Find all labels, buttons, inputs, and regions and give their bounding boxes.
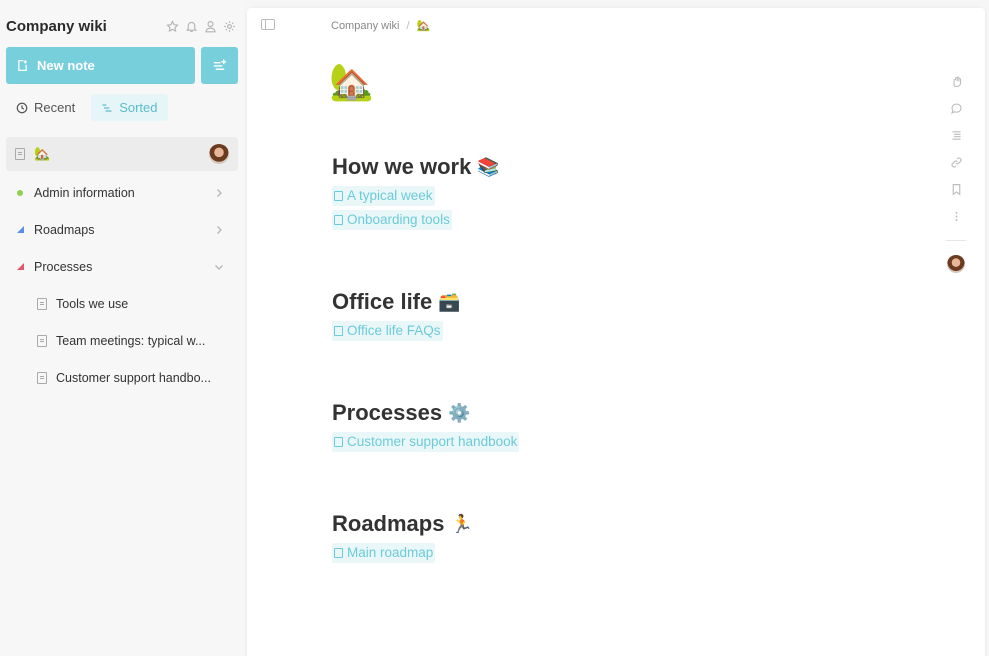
tab-recent[interactable]: Recent [6,94,85,121]
document-icon [37,371,47,384]
section-processes: Processes ⚙️ Customer support handbook [332,398,520,452]
section-roadmaps: Roadmaps 🏃 Main roadmap [332,509,473,563]
sidebar-item-roadmaps[interactable]: Roadmaps [6,211,238,248]
breadcrumb-root[interactable]: Company wiki [331,20,399,32]
green-dot-icon [17,189,23,196]
section-office-life: Office life 🗃️ Office life FAQs [332,287,461,341]
red-triangle-icon [16,263,24,270]
page-actions-rail [946,68,966,273]
comment-icon[interactable] [947,95,965,122]
outline-icon[interactable] [947,122,965,149]
home-emoji: 🏡 [34,146,51,161]
workspace-title[interactable]: Company wiki [6,18,107,35]
sidebar-item-home[interactable]: 🏡 [6,137,238,171]
section-heading: How we work 📚 [332,152,500,182]
breadcrumb-separator: / [406,19,410,32]
section-emoji: ⚙️ [448,403,471,423]
more-options-icon[interactable] [947,203,965,230]
link-icon[interactable] [947,149,965,176]
sort-options-button[interactable] [201,47,238,84]
document-icon [334,214,343,225]
sidebar-item-label: Processes [34,259,93,274]
document-icon [37,297,47,310]
sidebar-item-customer-support-handbook[interactable]: Customer support handbo... [6,359,238,396]
document-icon [334,547,343,558]
tab-recent-label: Recent [34,100,76,115]
page-icon-emoji[interactable]: 🏡 [329,60,374,104]
note-link[interactable]: Customer support handbook [332,432,520,452]
note-link[interactable]: Main roadmap [332,543,436,563]
rail-divider [946,240,966,241]
new-note-label: New note [37,58,95,73]
section-heading: Office life 🗃️ [332,287,461,317]
note-link[interactable]: A typical week [332,186,435,206]
new-note-button[interactable]: New note [6,47,195,84]
section-emoji: 🗃️ [438,292,461,312]
tab-sorted-label: Sorted [119,100,158,115]
document-icon [334,325,343,336]
sidebar-item-team-meetings[interactable]: Team meetings: typical w... [6,322,238,359]
breadcrumb: Company wiki / 🏡 [331,19,431,33]
workspace-actions [165,19,238,33]
sidebar-item-label: Admin information [34,185,135,200]
note-tree: 🏡 Admin information Roadmaps Processes T… [6,137,238,396]
note-link[interactable]: Office life FAQs [332,321,443,341]
new-note-icon [18,60,27,71]
blue-triangle-icon [16,226,24,233]
sidebar-item-processes[interactable]: Processes [6,248,238,285]
document-icon [334,190,343,201]
avatar[interactable] [947,255,965,273]
sidebar-toggle-icon[interactable] [261,19,275,30]
workspace-header: Company wiki [6,14,238,38]
section-how-we-work: How we work 📚 A typical week Onboarding t… [332,152,500,230]
section-emoji: 📚 [477,157,500,177]
document-icon [37,334,47,347]
chevron-right-icon[interactable] [214,188,224,198]
section-heading: Processes ⚙️ [332,398,519,428]
sort-add-icon [213,59,227,70]
note-link[interactable]: Onboarding tools [332,210,452,230]
section-emoji: 🏃 [450,514,473,534]
bell-icon[interactable] [184,19,198,33]
sidebar-item-label: Customer support handbo... [56,370,211,385]
star-icon[interactable] [165,19,179,33]
bookmark-icon[interactable] [947,176,965,203]
document-icon [15,148,25,160]
tab-sorted[interactable]: Sorted [91,94,168,121]
sidebar-item-admin-information[interactable]: Admin information [6,174,238,211]
sidebar-item-tools-we-use[interactable]: Tools we use [6,285,238,322]
view-tabs: Recent Sorted [6,94,168,122]
sidebar-item-label: Team meetings: typical w... [56,333,206,348]
avatar[interactable] [209,144,229,164]
sidebar: Company wiki New note Recent Sorted 🏡 Ad… [0,0,244,656]
breadcrumb-current[interactable]: 🏡 [417,19,431,32]
sort-icon [102,103,112,112]
note-page: Company wiki / 🏡 🏡 How we work 📚 A typica… [247,8,985,656]
sidebar-item-label: Tools we use [56,296,129,311]
user-icon[interactable] [203,19,217,33]
document-icon [334,436,343,447]
chevron-right-icon[interactable] [214,225,224,235]
section-heading: Roadmaps 🏃 [332,509,473,539]
chevron-down-icon[interactable] [214,262,224,272]
gear-icon[interactable] [222,19,236,33]
reaction-icon[interactable] [947,68,965,95]
clock-icon [16,102,28,113]
sidebar-item-label: Roadmaps [34,222,95,237]
